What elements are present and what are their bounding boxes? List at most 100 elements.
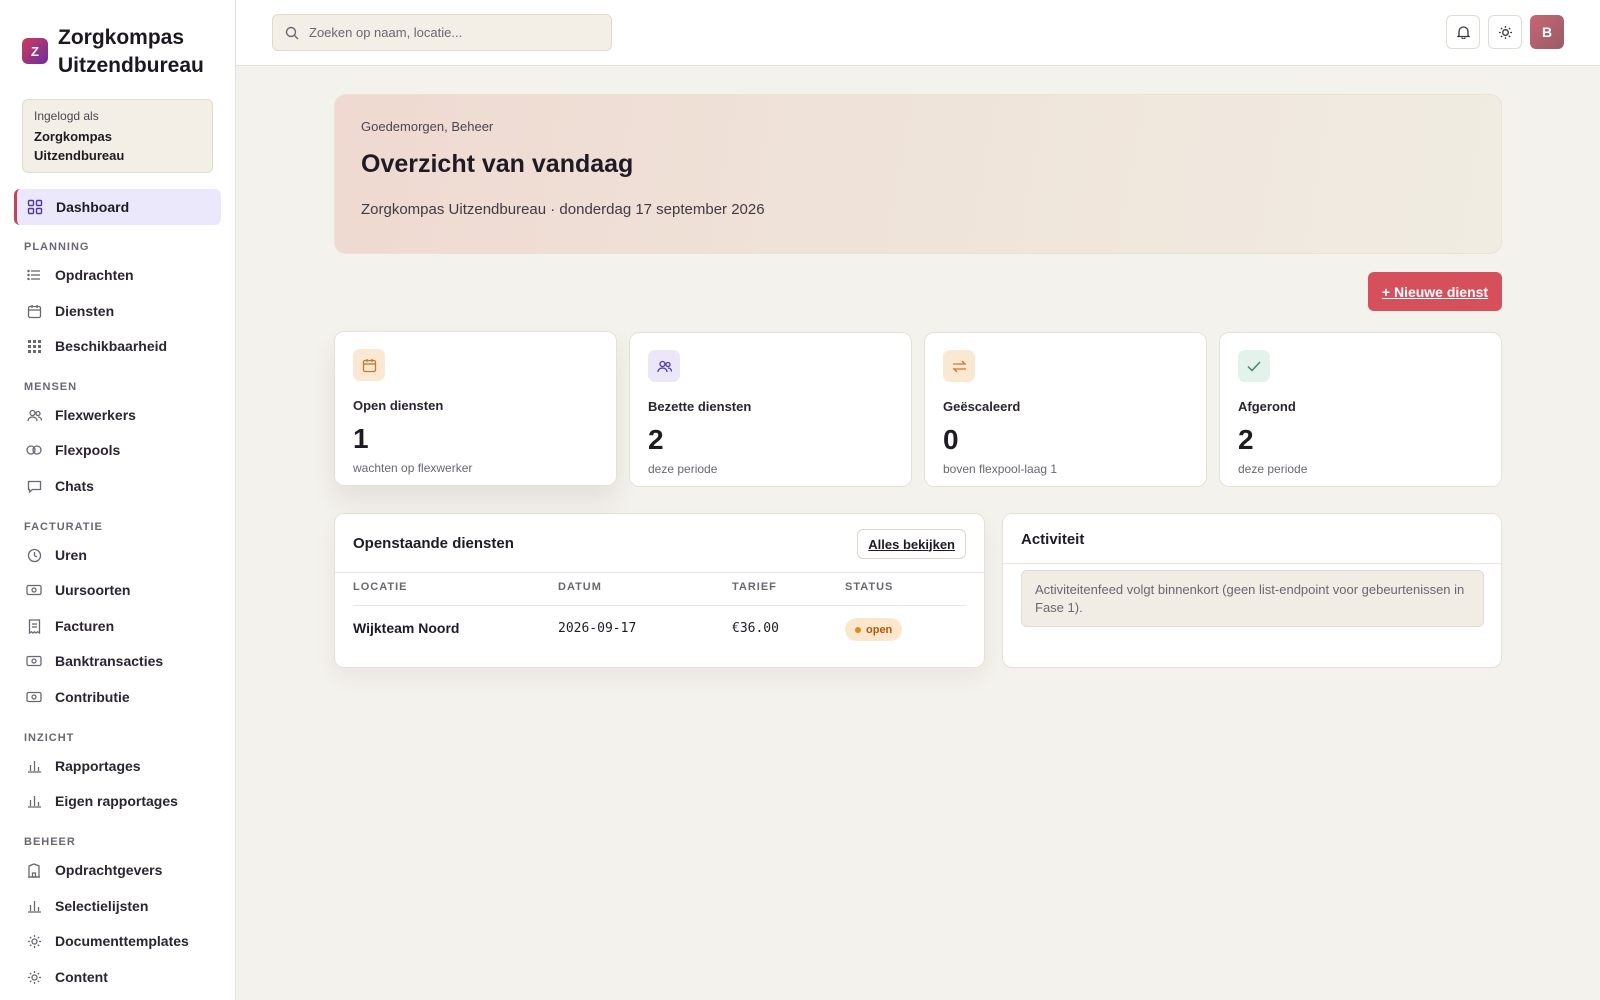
- divider: [353, 605, 966, 606]
- calendar-icon: [353, 349, 385, 381]
- stat-label: Geëscaleerd: [943, 399, 1021, 414]
- sidebar-item-label: Documenttemplates: [55, 933, 189, 949]
- stat-value: 1: [353, 423, 369, 454]
- section-title-mensen: MENSEN: [24, 381, 78, 393]
- sidebar-item-chats[interactable]: Chats: [14, 470, 221, 502]
- bar-chart-icon: [26, 898, 42, 914]
- sidebar-item-facturen[interactable]: Facturen: [14, 610, 221, 642]
- grid-icon: [27, 199, 43, 215]
- sun-icon: [26, 969, 42, 985]
- swap-icon: [943, 350, 975, 382]
- sidebar-item-label: Dashboard: [56, 199, 130, 215]
- sidebar-item-uursoorten[interactable]: Uursoorten: [14, 574, 221, 606]
- sidebar-item-beschikbaarheid[interactable]: Beschikbaarheid: [14, 330, 221, 362]
- brand-logo: Z: [22, 38, 48, 64]
- sidebar-item-uren[interactable]: Uren: [14, 539, 221, 571]
- stat-label: Bezette diensten: [648, 399, 752, 414]
- sidebar-item-banktransacties[interactable]: Banktransacties: [14, 645, 221, 677]
- sidebar-item-label: Banktransacties: [55, 653, 164, 669]
- banknote-icon: [26, 582, 42, 598]
- calendar-icon: [26, 303, 42, 319]
- sidebar-item-label: Contributie: [55, 689, 130, 705]
- stat-card-afgerond[interactable]: Afgerond 2 deze periode: [1219, 332, 1502, 487]
- stat-value: 2: [1238, 424, 1254, 455]
- search-box[interactable]: [272, 14, 612, 51]
- sidebar-item-diensten[interactable]: Diensten: [14, 295, 221, 327]
- check-icon: [1238, 350, 1270, 382]
- brand-name: Zorgkompas Uitzendbureau: [58, 26, 204, 77]
- view-all-button[interactable]: Alles bekijken: [857, 529, 966, 559]
- chat-icon: [26, 478, 42, 494]
- column-header-date: DATUM: [558, 581, 602, 593]
- theme-toggle-button[interactable]: [1488, 15, 1522, 49]
- dots-grid-icon: [26, 338, 42, 354]
- sidebar-item-documenttemplates[interactable]: Documenttemplates: [14, 925, 221, 957]
- page-title: Overzicht van vandaag: [361, 150, 634, 178]
- sidebar-item-label: Flexwerkers: [55, 407, 136, 423]
- logged-in-box: Ingelogd als Zorgkompas Uitzendbureau: [22, 99, 213, 173]
- section-title-planning: PLANNING: [24, 241, 90, 253]
- welcome-banner: Goedemorgen, Beheer Overzicht van vandaa…: [334, 94, 1502, 254]
- brand[interactable]: Z Zorgkompas Uitzendbureau: [22, 24, 218, 80]
- panel-title: Activiteit: [1021, 531, 1085, 548]
- receipt-icon: [26, 618, 42, 634]
- sidebar-item-opdrachten[interactable]: Opdrachten: [14, 259, 221, 291]
- sidebar-item-contributie[interactable]: Contributie: [14, 681, 221, 713]
- search-input[interactable]: [309, 25, 599, 40]
- stat-note: wachten op flexwerker: [353, 461, 473, 475]
- column-header-status: STATUS: [845, 581, 894, 593]
- sidebar-item-rapportages[interactable]: Rapportages: [14, 750, 221, 782]
- sidebar-item-dashboard[interactable]: Dashboard: [14, 189, 221, 225]
- sidebar-item-label: Selectielijsten: [55, 898, 149, 914]
- new-shift-button[interactable]: + Nieuwe dienst: [1368, 272, 1502, 311]
- column-header-rate: TARIEF: [732, 581, 777, 593]
- sidebar: Z Zorgkompas Uitzendbureau Ingelogd als …: [0, 0, 236, 1000]
- status-dot: [855, 626, 861, 633]
- logged-in-name: Zorgkompas Uitzendbureau: [34, 129, 125, 163]
- banknote-icon: [26, 689, 42, 705]
- notifications-button[interactable]: [1446, 15, 1480, 49]
- sidebar-item-flexwerkers[interactable]: Flexwerkers: [14, 399, 221, 431]
- sidebar-item-label: Chats: [55, 478, 94, 494]
- status-label: open: [866, 623, 893, 636]
- stat-note: deze periode: [648, 462, 718, 476]
- sidebar-item-label: Opdrachten: [55, 267, 134, 283]
- sidebar-item-eigen-rapportages[interactable]: Eigen rapportages: [14, 785, 221, 817]
- stat-note: boven flexpool-laag 1: [943, 462, 1058, 476]
- bar-chart-icon: [26, 758, 42, 774]
- sidebar-item-selectielijsten[interactable]: Selectielijsten: [14, 890, 221, 922]
- sun-icon: [26, 933, 42, 949]
- avatar[interactable]: B: [1530, 15, 1564, 49]
- stat-label: Open diensten: [353, 398, 444, 413]
- users-icon: [26, 407, 42, 423]
- stat-note: deze periode: [1238, 462, 1308, 476]
- column-header-location: LOCATIE: [353, 581, 408, 593]
- sidebar-item-opdrachtgevers[interactable]: Opdrachtgevers: [14, 854, 221, 886]
- stat-value: 2: [648, 424, 664, 455]
- sun-icon: [1498, 25, 1513, 40]
- users-icon: [648, 350, 680, 382]
- sidebar-item-label: Rapportages: [55, 758, 141, 774]
- sidebar-item-label: Beschikbaarheid: [55, 338, 168, 354]
- sidebar-item-label: Diensten: [55, 303, 115, 319]
- sidebar-item-label: Flexpools: [55, 442, 121, 458]
- status-badge: open: [845, 618, 903, 641]
- divider: [1003, 563, 1501, 564]
- cell-date: 2026-09-17: [558, 621, 637, 636]
- stat-card-open[interactable]: Open diensten 1 wachten op flexwerker: [334, 331, 617, 486]
- clock-icon: [26, 547, 42, 563]
- section-title-beheer: BEHEER: [24, 836, 76, 848]
- sidebar-item-label: Uursoorten: [55, 582, 131, 598]
- section-title-facturatie: FACTURATIE: [24, 521, 103, 533]
- bar-chart-icon: [26, 793, 42, 809]
- sidebar-item-content[interactable]: Content: [14, 961, 221, 993]
- stat-label: Afgerond: [1238, 399, 1296, 414]
- page-subtitle: Zorgkompas Uitzendbureau · donderdag 17 …: [361, 201, 765, 218]
- sidebar-item-flexpools[interactable]: Flexpools: [14, 434, 221, 466]
- stat-card-geescaleerd[interactable]: Geëscaleerd 0 boven flexpool-laag 1: [924, 332, 1207, 487]
- circles-icon: [26, 442, 42, 458]
- bell-icon: [1456, 25, 1470, 39]
- greeting: Goedemorgen, Beheer: [361, 119, 494, 134]
- sidebar-item-label: Facturen: [55, 618, 115, 634]
- stat-card-bezette[interactable]: Bezette diensten 2 deze periode: [629, 332, 912, 487]
